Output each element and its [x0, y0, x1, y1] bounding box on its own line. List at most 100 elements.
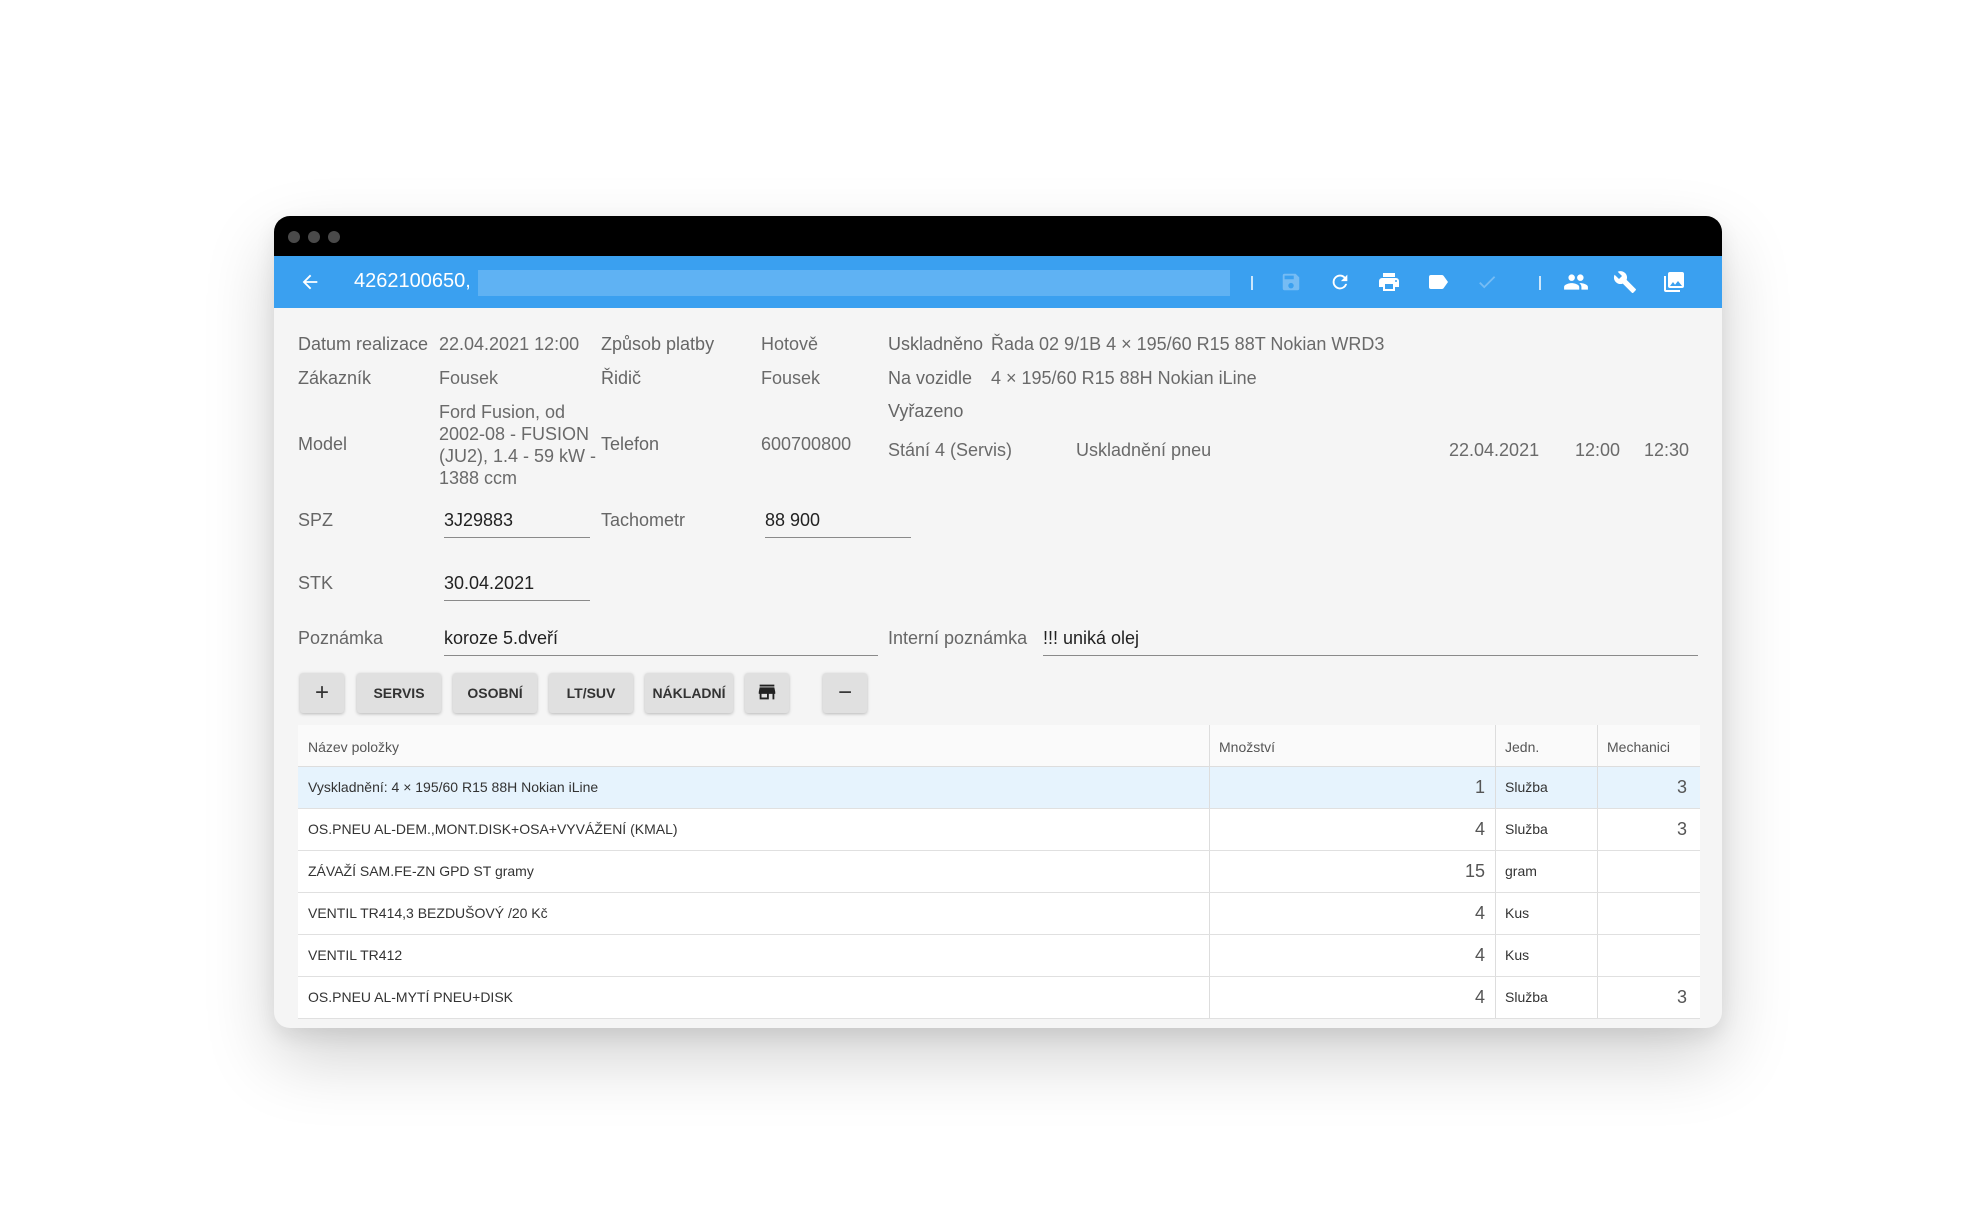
column-divider [1495, 893, 1496, 934]
item-name: Vyskladnění: 4 × 195/60 R15 88H Nokian i… [308, 779, 599, 795]
item-quantity: 15 [1464, 861, 1485, 881]
add-item-button[interactable]: + [300, 673, 344, 713]
item-name: OS.PNEU AL-MYTÍ PNEU+DISK [308, 989, 513, 1005]
stk-field[interactable]: 30.04.2021 [444, 573, 590, 601]
column-divider [1597, 977, 1598, 1018]
refresh-icon[interactable] [1327, 269, 1353, 295]
ridic-value: Fousek [761, 368, 821, 388]
toolbar-separator [1251, 276, 1253, 290]
booking-stani[interactable]: Stání 4 (Servis) [888, 440, 1012, 461]
servis-button[interactable]: SERVIS [357, 673, 441, 713]
item-unit: Služba [1505, 821, 1548, 837]
item-name: OS.PNEU AL-DEM.,MONT.DISK+OSA+VYVÁŽENÍ (… [308, 821, 678, 837]
print-icon[interactable] [1376, 269, 1402, 295]
table-row[interactable]: Vyskladnění: 4 × 195/60 R15 88H Nokian i… [298, 767, 1700, 809]
column-divider [1209, 977, 1210, 1018]
table-row[interactable]: VENTIL TR414,3 BEZDUŠOVÝ /20 Kč 4 Kus [298, 893, 1700, 935]
col-header-quantity[interactable]: Množství [1219, 739, 1275, 755]
column-divider [1209, 725, 1210, 766]
booking-date: 22.04.2021 [1449, 440, 1540, 460]
datum-realizace-value: 22.04.2021 12:00 [439, 334, 580, 354]
order-number-title: 4262100650, [354, 270, 471, 292]
table-header: Název položky Množství Jedn. Mechanici [298, 725, 1700, 767]
column-divider [1209, 767, 1210, 808]
col-header-name[interactable]: Název položky [308, 739, 399, 755]
booking-to: 12:30 [1644, 440, 1690, 460]
na-vozidle-label: Na vozidle [888, 368, 973, 388]
booking-type[interactable]: Uskladnění pneu [1076, 440, 1211, 461]
save-icon[interactable] [1278, 269, 1304, 295]
window-titlebar [274, 216, 1722, 256]
lt-suv-button[interactable]: LT/SUV [549, 673, 633, 713]
item-unit: gram [1505, 863, 1537, 879]
zpusob-platby-label: Způsob platby [601, 334, 715, 354]
spz-field[interactable]: 3J29883 [444, 510, 590, 538]
interni-poznamka-field[interactable]: !!! uniká olej [1043, 628, 1698, 656]
label-icon[interactable] [1425, 269, 1451, 295]
column-divider [1597, 893, 1598, 934]
osobni-button[interactable]: OSOBNÍ [453, 673, 537, 713]
column-divider [1209, 893, 1210, 934]
item-unit: Kus [1505, 947, 1530, 963]
table-row[interactable]: ZÁVAŽÍ SAM.FE-ZN GPD ST gramy 15 gram [298, 851, 1700, 893]
column-divider [1495, 851, 1496, 892]
table-row[interactable]: OS.PNEU AL-DEM.,MONT.DISK+OSA+VYVÁŽENÍ (… [298, 809, 1700, 851]
item-quantity: 4 [1474, 987, 1485, 1007]
zakaznik-label: Zákazník [298, 368, 372, 388]
col-header-mechanics[interactable]: Mechanici [1607, 739, 1670, 755]
item-mechanics: 3 [1676, 819, 1687, 839]
uskladneno-label: Uskladněno [888, 334, 984, 354]
column-divider [1597, 935, 1598, 976]
column-divider [1495, 977, 1496, 1018]
window-minimize-dot[interactable] [308, 231, 320, 243]
wrench-icon[interactable] [1612, 269, 1638, 295]
item-name: VENTIL TR414,3 BEZDUŠOVÝ /20 Kč [308, 905, 548, 921]
spz-label: SPZ [298, 510, 334, 530]
item-quantity: 4 [1474, 945, 1485, 965]
column-divider [1495, 809, 1496, 850]
toolbar-separator [1539, 276, 1541, 290]
telefon-label: Telefon [601, 434, 660, 454]
column-divider [1597, 809, 1598, 850]
back-arrow-icon[interactable] [296, 268, 324, 296]
interni-poznamka-label: Interní poznámka [888, 628, 1028, 648]
column-divider [1597, 725, 1598, 766]
column-divider [1209, 809, 1210, 850]
poznamka-field[interactable]: koroze 5.dveří [444, 628, 878, 656]
item-quantity: 4 [1474, 903, 1485, 923]
nakladni-button[interactable]: NÁKLADNÍ [645, 673, 733, 713]
na-vozidle-value: 4 × 195/60 R15 88H Nokian iLine [991, 368, 1257, 388]
item-unit: Služba [1505, 779, 1548, 795]
column-divider [1495, 935, 1496, 976]
table-row[interactable]: VENTIL TR412 4 Kus [298, 935, 1700, 977]
item-unit: Služba [1505, 989, 1548, 1005]
tachometr-field[interactable]: 88 900 [765, 510, 911, 538]
stk-label: STK [298, 573, 334, 593]
datum-realizace-label: Datum realizace [298, 334, 429, 354]
gallery-icon[interactable] [1661, 269, 1687, 295]
app-window: 4262100650, Datum realizace 22.04.2021 1… [274, 216, 1722, 1028]
window-close-dot[interactable] [288, 231, 300, 243]
title-field-highlight[interactable] [478, 270, 1230, 296]
table-row[interactable]: OS.PNEU AL-MYTÍ PNEU+DISK 4 Služba 3 [298, 977, 1700, 1019]
zpusob-platby-value: Hotově [761, 334, 819, 354]
model-label: Model [298, 434, 348, 454]
model-value: Ford Fusion, od 2002-08 - FUSION (JU2), … [439, 402, 597, 488]
poznamka-label: Poznámka [298, 628, 384, 648]
column-divider [1209, 935, 1210, 976]
uskladneno-value: Řada 02 9/1B 4 × 195/60 R15 88T Nokian W… [991, 334, 1385, 354]
people-icon[interactable] [1563, 269, 1589, 295]
item-name: VENTIL TR412 [308, 947, 403, 963]
window-maximize-dot[interactable] [328, 231, 340, 243]
store-icon [756, 681, 778, 706]
item-quantity: 1 [1474, 777, 1485, 797]
column-divider [1495, 767, 1496, 808]
check-icon[interactable] [1474, 269, 1500, 295]
store-button[interactable] [745, 673, 789, 713]
column-divider [1495, 725, 1496, 766]
items-table: Název položky Množství Jedn. Mechanici V… [298, 725, 1700, 1019]
telefon-value: 600700800 [761, 434, 852, 454]
col-header-unit[interactable]: Jedn. [1505, 739, 1539, 755]
ridic-label: Řidič [601, 368, 642, 388]
remove-item-button[interactable]: − [823, 673, 867, 713]
